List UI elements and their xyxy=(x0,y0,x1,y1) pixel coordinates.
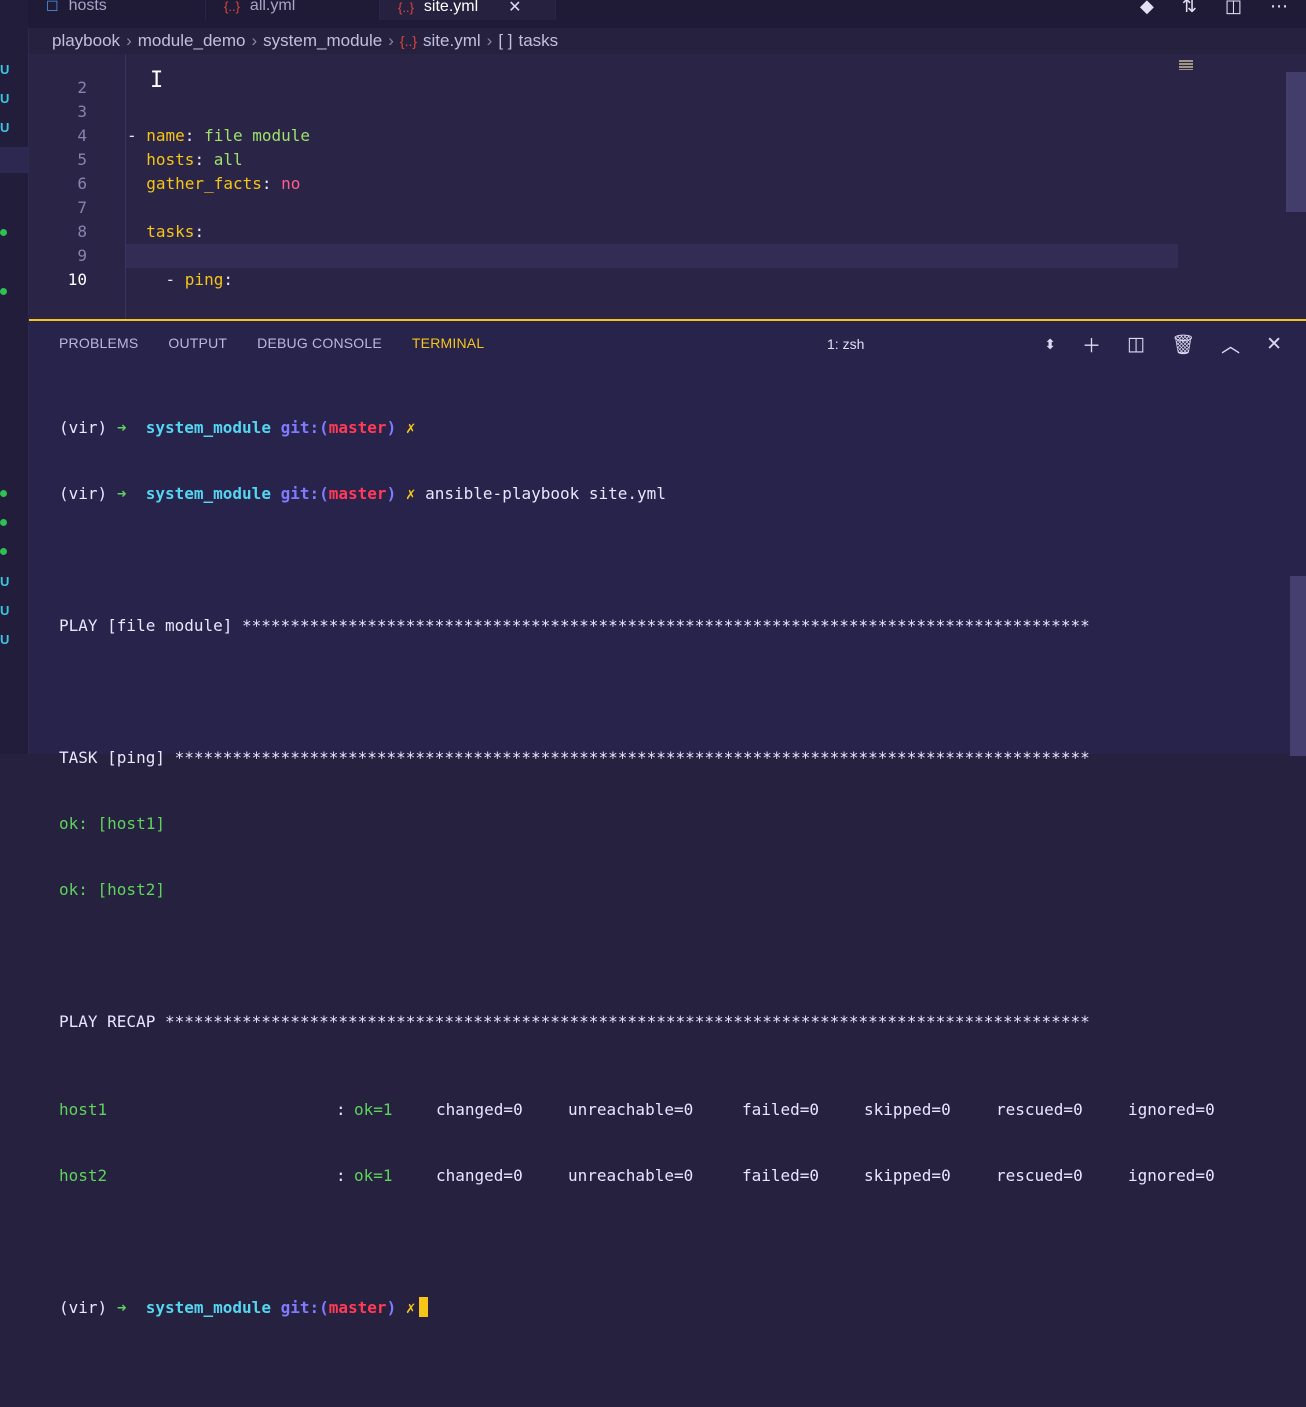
code-line: 2 xyxy=(29,52,87,97)
breadcrumb-item[interactable]: system_module xyxy=(263,31,382,51)
indent-guide xyxy=(125,54,126,319)
terminal-line: (vir) ➜ system_module git:(master) ✗ xyxy=(59,418,416,437)
tab-label: all.yml xyxy=(249,0,296,14)
terminal-line: ok: [host2] xyxy=(59,880,165,899)
tab-output[interactable]: OUTPUT xyxy=(168,335,227,351)
trash-icon[interactable]: 🗑 xyxy=(1171,333,1195,357)
status-dot xyxy=(0,548,7,555)
terminal-output[interactable]: (vir) ➜ system_module git:(master) ✗ (vi… xyxy=(59,373,1215,1363)
array-symbol-icon: [ ] xyxy=(498,31,513,50)
bottom-panel: PROBLEMS OUTPUT DEBUG CONSOLE TERMINAL 1… xyxy=(29,319,1306,1317)
breadcrumb-item[interactable]: playbook xyxy=(52,31,120,51)
tab-all-yml[interactable]: {..} all.yml xyxy=(206,0,380,20)
breadcrumb-item[interactable]: module_demo xyxy=(138,31,246,51)
recap-row: host1 : ok=1 changed=0 unreachable=0 fai… xyxy=(59,1100,1215,1119)
terminal-line: PLAY RECAP *****************************… xyxy=(59,1012,1090,1031)
tab-site-yml[interactable]: {..} site.yml ✕ xyxy=(380,0,556,20)
breadcrumb-item[interactable]: site.yml xyxy=(423,31,481,51)
git-untracked-badge: U xyxy=(0,632,10,647)
plus-icon[interactable]: ＋ xyxy=(1082,331,1101,358)
git-untracked-badge: U xyxy=(0,62,10,77)
minimap[interactable] xyxy=(1179,60,1193,70)
status-dot xyxy=(0,288,7,295)
close-icon[interactable]: ✕ xyxy=(508,0,521,17)
panel-actions: ⬍ ＋ ◫ 🗑 ︿ ✕ xyxy=(1044,331,1282,358)
recap-row: host2 : ok=1 changed=0 unreachable=0 fai… xyxy=(59,1166,1215,1185)
git-untracked-badge: U xyxy=(0,574,10,589)
terminal-prompt[interactable]: (vir) ➜ system_module git:(master) ✗ xyxy=(59,1297,1090,1319)
code-text: tasks: xyxy=(146,222,205,241)
code-text: hosts: all xyxy=(146,150,243,169)
terminal-line: PLAY [file module] *********************… xyxy=(59,616,1090,635)
terminal-scrollbar[interactable] xyxy=(1290,576,1306,756)
split-icon[interactable]: ◫ xyxy=(1127,333,1145,356)
terminal-line: ok: [host1] xyxy=(59,814,165,833)
close-icon[interactable]: ✕ xyxy=(1266,333,1282,356)
more-actions-icon[interactable]: ⋯ xyxy=(1270,0,1288,17)
git-untracked-badge: U xyxy=(0,120,10,135)
code-line-current: 10 xyxy=(29,244,87,289)
terminal-select[interactable]: 1: zsh xyxy=(827,336,864,352)
yaml-icon: {..} xyxy=(224,0,240,14)
chevron-right-icon: › xyxy=(126,31,132,50)
breadcrumb-item[interactable]: tasks xyxy=(519,31,559,51)
editor-tab-bar: ☐ hosts {..} all.yml {..} site.yml ✕ ◆ ⇅… xyxy=(28,0,1306,28)
status-dot xyxy=(0,490,7,497)
chevron-up-icon[interactable]: ︿ xyxy=(1221,331,1240,358)
chevron-right-icon: › xyxy=(251,31,258,50)
terminal-line: (vir) ➜ system_module git:(master) ✗ ans… xyxy=(59,484,666,503)
status-dot xyxy=(0,229,7,236)
tab-problems[interactable]: PROBLEMS xyxy=(59,335,138,351)
status-dot xyxy=(0,519,7,526)
terminal-cursor xyxy=(419,1297,429,1317)
breadcrumb: playbook › module_demo › system_module ›… xyxy=(52,30,558,52)
tab-debug-console[interactable]: DEBUG CONSOLE xyxy=(257,335,382,351)
split-editor-icon[interactable]: ◫ xyxy=(1225,0,1242,17)
chevron-right-icon: › xyxy=(388,31,394,50)
line-number: 10 xyxy=(67,270,87,289)
tab-terminal[interactable]: TERMINAL xyxy=(412,335,484,351)
explorer-strip: U U U U U U xyxy=(0,0,29,754)
git-icon[interactable]: ◆ xyxy=(1140,0,1154,17)
code-text: - name: file module xyxy=(127,126,311,145)
code-text: gather_facts: no xyxy=(146,174,301,193)
git-untracked-badge: U xyxy=(0,91,10,106)
current-line-highlight xyxy=(126,244,1178,268)
tab-label: site.yml xyxy=(423,0,479,15)
editor-actions: ◆ ⇅ ◫ ⋯ xyxy=(1140,0,1288,20)
code-line: 8 xyxy=(29,196,87,241)
chevron-right-icon: › xyxy=(486,31,493,50)
code-line: 9 - ping: xyxy=(29,220,233,289)
code-line: 5 gather_facts: no xyxy=(29,124,300,193)
code-line: 3 - name: file module xyxy=(29,76,310,145)
git-untracked-badge: U xyxy=(0,603,10,618)
code-line: 6 xyxy=(29,148,87,193)
panel-tabs: PROBLEMS OUTPUT DEBUG CONSOLE TERMINAL xyxy=(59,335,484,351)
yaml-icon: {..} xyxy=(398,0,414,15)
file-icon: ☐ xyxy=(46,0,59,14)
yaml-icon: {..} xyxy=(399,33,418,49)
editor-scrollbar[interactable] xyxy=(1286,72,1306,212)
tab-hosts[interactable]: ☐ hosts xyxy=(28,0,206,20)
code-text: - ping: xyxy=(165,270,233,289)
terminal-line: TASK [ping] ****************************… xyxy=(59,748,1090,767)
tab-label: hosts xyxy=(68,0,107,14)
code-line: 7 tasks: xyxy=(29,172,204,241)
compare-changes-icon[interactable]: ⇅ xyxy=(1182,0,1197,17)
text-cursor-icon: I xyxy=(150,68,164,93)
explorer-selection xyxy=(0,147,28,173)
code-editor[interactable]: 2 3 - name: file module 4 hosts: all 5 g… xyxy=(29,54,1306,319)
code-line: 4 hosts: all xyxy=(29,100,242,169)
select-arrows-icon[interactable]: ⬍ xyxy=(1044,336,1056,353)
